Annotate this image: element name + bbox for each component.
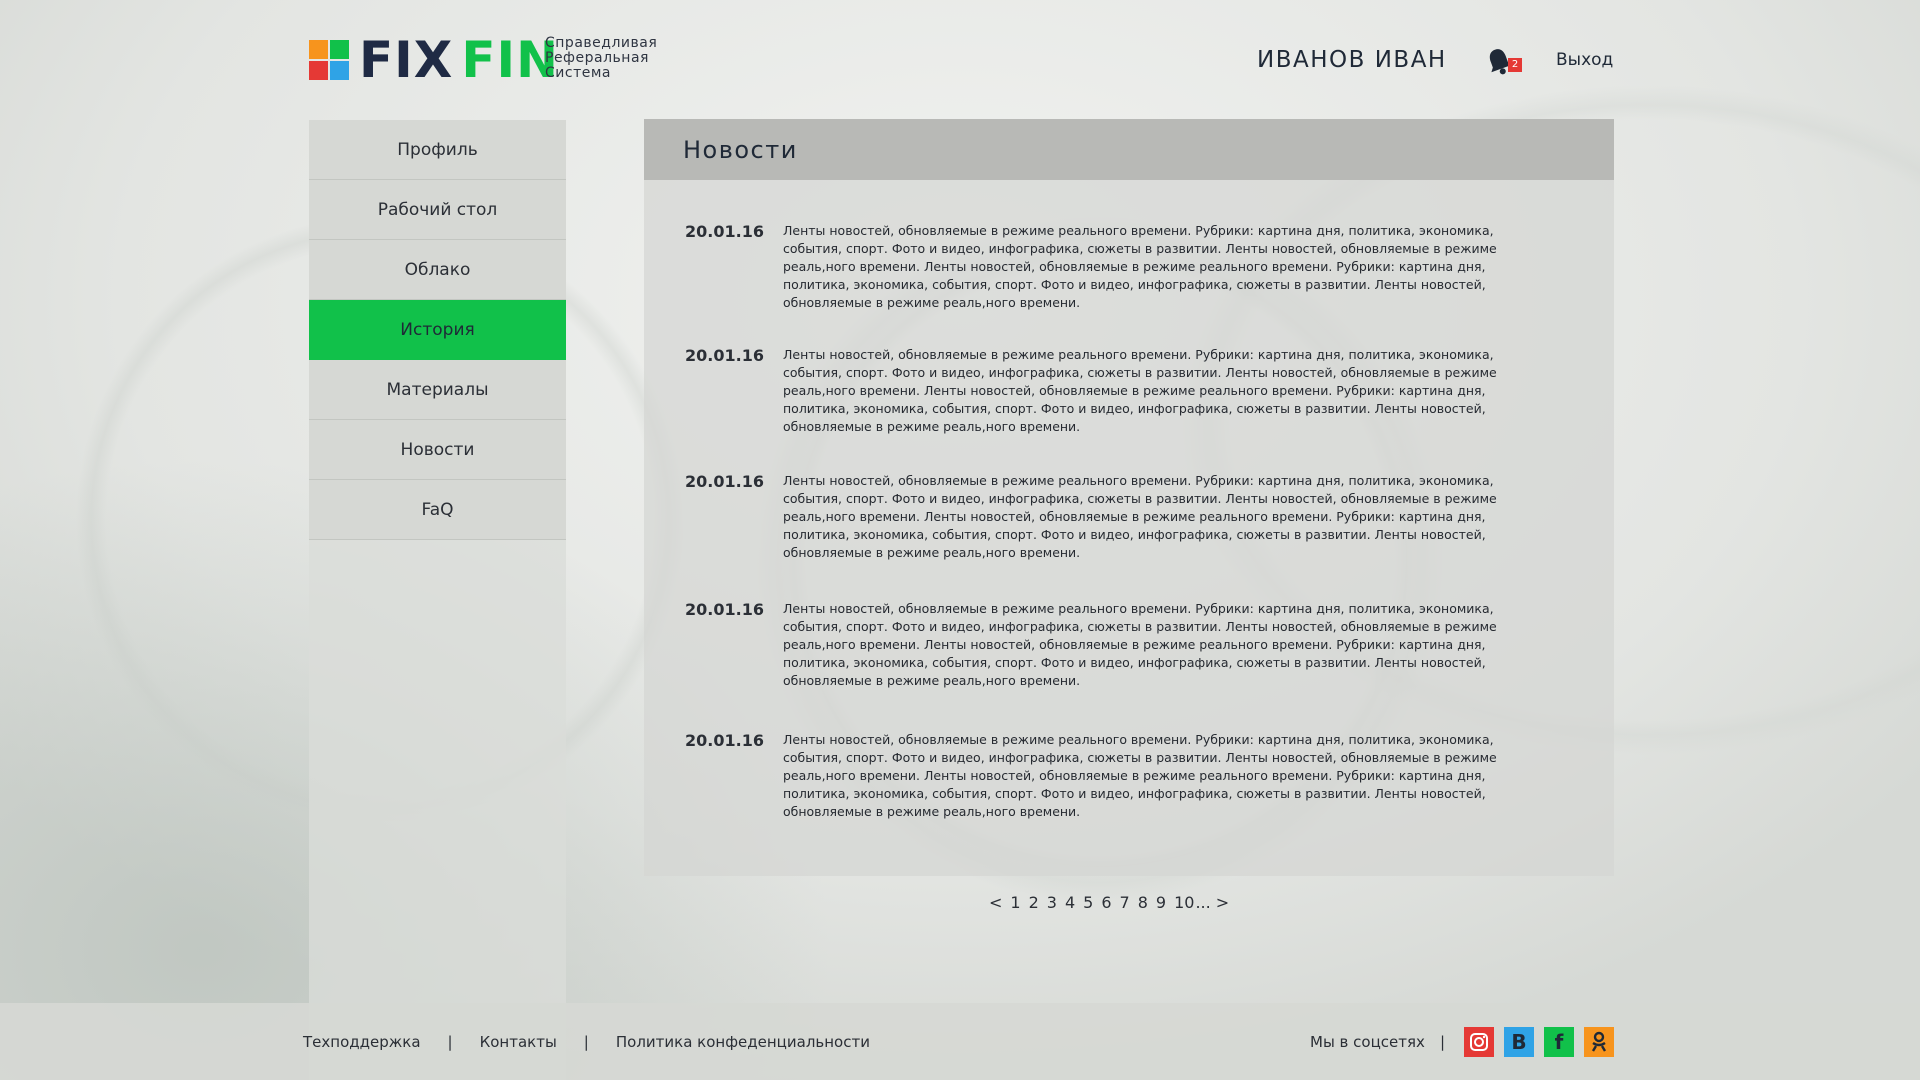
pagination-page[interactable]: 7	[1116, 893, 1134, 912]
footer-link-support[interactable]: Техподдержка	[303, 1033, 421, 1051]
footer-separator: |	[583, 1033, 589, 1051]
news-text: Ленты новостей, обновляемые в режиме реа…	[783, 347, 1497, 434]
footer: Техподдержка | Контакты | Политика конфе…	[0, 1003, 1920, 1080]
news-text: Ленты новостей, обновляемые в режиме реа…	[783, 223, 1497, 310]
footer-link-privacy[interactable]: Политика конфеденциальности	[616, 1033, 870, 1051]
news-date: 20.01.16	[685, 472, 764, 491]
notification-badge: 2	[1508, 58, 1522, 72]
pagination-page[interactable]: 10	[1170, 893, 1194, 912]
news-panel: Новости 20.01.16 Ленты новостей, обновля…	[644, 119, 1614, 876]
facebook-icon[interactable]: f	[1544, 1027, 1574, 1057]
news-text: Ленты новостей, обновляемые в режиме реа…	[783, 473, 1497, 560]
footer-separator: |	[1440, 1033, 1446, 1051]
news-date: 20.01.16	[685, 346, 764, 365]
pagination-page[interactable]: 4	[1061, 893, 1079, 912]
footer-separator: |	[447, 1033, 453, 1051]
pagination-page[interactable]: 9	[1152, 893, 1170, 912]
footer-link-contacts[interactable]: Контакты	[480, 1033, 557, 1051]
pagination-page[interactable]: 1	[1006, 893, 1024, 912]
sidebar: Профиль Рабочий стол Облако История Мате…	[309, 120, 566, 1080]
pagination-next[interactable]: >	[1212, 893, 1233, 912]
sidebar-item-profile[interactable]: Профиль	[309, 120, 566, 180]
social-label: Мы в соцсетях	[1310, 1033, 1425, 1051]
sidebar-item-desktop[interactable]: Рабочий стол	[309, 180, 566, 240]
vk-icon[interactable]: B	[1504, 1027, 1534, 1057]
pagination: < 1 2 3 4 5 6 7 8 9 10 ... >	[985, 893, 1233, 912]
pagination-page[interactable]: 3	[1043, 893, 1061, 912]
logo-mark-icon	[309, 40, 349, 80]
news-date: 20.01.16	[685, 222, 764, 241]
header: FIX FIN Справедливая Реферальная Система…	[0, 0, 1920, 118]
pagination-prev[interactable]: <	[985, 893, 1006, 912]
logo-fix-text: FIX	[359, 31, 454, 89]
tagline-line: Справедливая	[545, 35, 658, 51]
news-date: 20.01.16	[685, 731, 764, 750]
sidebar-item-cloud[interactable]: Облако	[309, 240, 566, 300]
pagination-ellipsis: ...	[1195, 893, 1211, 912]
sidebar-item-news[interactable]: Новости	[309, 420, 566, 480]
sidebar-item-materials[interactable]: Материалы	[309, 360, 566, 420]
tagline-line: Реферальная	[545, 50, 649, 66]
pagination-page[interactable]: 5	[1079, 893, 1097, 912]
instagram-icon[interactable]	[1464, 1027, 1494, 1057]
page-title: Новости	[683, 135, 798, 164]
pagination-page[interactable]: 8	[1134, 893, 1152, 912]
panel-header: Новости	[644, 119, 1614, 180]
user-name[interactable]: ИВАНОВ ИВАН	[1257, 47, 1447, 73]
news-date: 20.01.16	[685, 600, 764, 619]
tagline-line: Система	[545, 65, 611, 81]
footer-links: Техподдержка | Контакты | Политика конфе…	[303, 1033, 870, 1051]
sidebar-item-faq[interactable]: FaQ	[309, 480, 566, 540]
news-text: Ленты новостей, обновляемые в режиме реа…	[783, 732, 1497, 819]
logo[interactable]: FIX FIN	[309, 31, 559, 89]
logout-link[interactable]: Выход	[1556, 50, 1613, 70]
news-text: Ленты новостей, обновляемые в режиме реа…	[783, 601, 1497, 688]
sidebar-item-history[interactable]: История	[309, 300, 566, 360]
pagination-page[interactable]: 2	[1025, 893, 1043, 912]
odnoklassniki-icon[interactable]	[1584, 1027, 1614, 1057]
tagline: Справедливая Реферальная Система	[545, 36, 657, 81]
pagination-page[interactable]: 6	[1097, 893, 1115, 912]
